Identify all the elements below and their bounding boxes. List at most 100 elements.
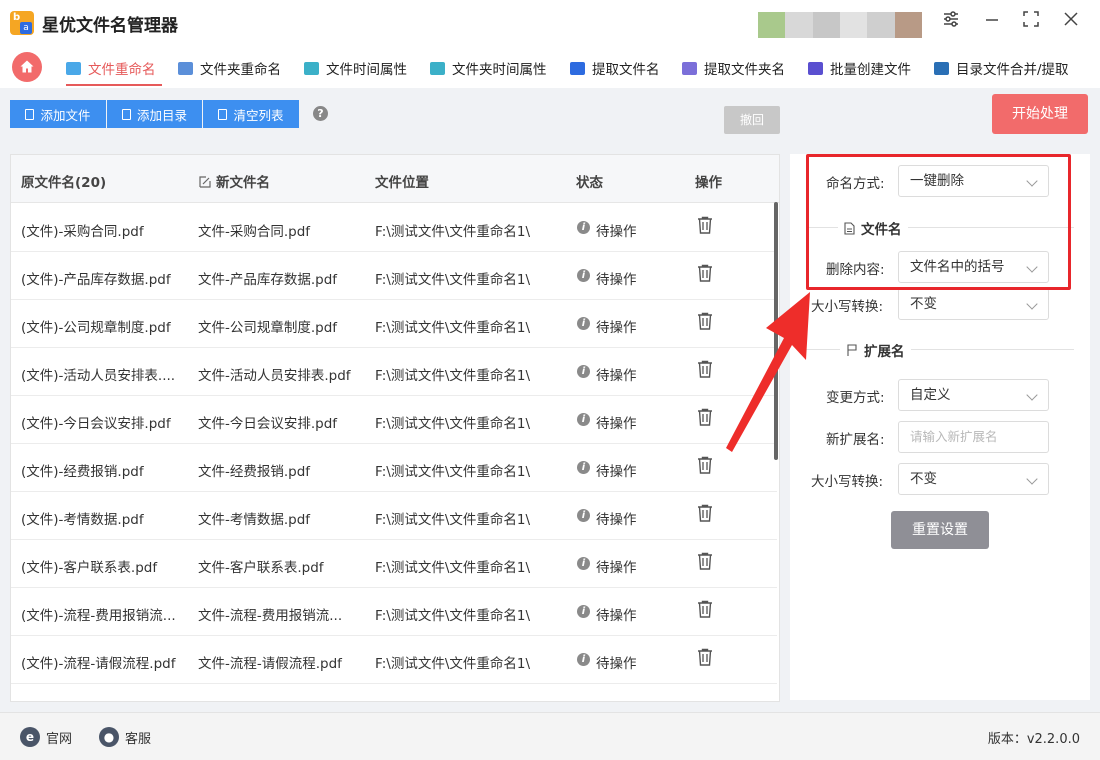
batch-create-icon bbox=[808, 61, 823, 75]
tab-batch-create[interactable]: 批量创建文件 bbox=[808, 56, 911, 80]
new-name-cell: 文件-考情数据.pdf bbox=[198, 512, 311, 528]
table-row-partial[interactable] bbox=[11, 684, 777, 701]
case-conversion-select[interactable]: 不变 bbox=[898, 288, 1049, 320]
new-name-cell: 文件-流程-请假流程.pdf bbox=[198, 656, 342, 672]
info-icon: i bbox=[577, 653, 590, 666]
original-name-cell: (文件)-流程-费用报销流... bbox=[21, 608, 176, 624]
website-link[interactable]: e 官网 bbox=[20, 727, 72, 747]
extract-filename-icon bbox=[570, 61, 585, 75]
document-icon bbox=[844, 221, 855, 235]
chevron-down-icon bbox=[1026, 389, 1038, 401]
info-icon: i bbox=[577, 413, 590, 426]
tab-file-time[interactable]: 文件时间属性 bbox=[304, 56, 407, 80]
tab-extract-foldername[interactable]: 提取文件夹名 bbox=[682, 56, 785, 80]
col-original-name[interactable]: 原文件名(20) bbox=[21, 171, 106, 191]
new-name-cell: 文件-经费报销.pdf bbox=[198, 464, 311, 480]
app-title: 星优文件名管理器 bbox=[42, 15, 178, 36]
app-logo-icon: b a bbox=[10, 11, 34, 35]
delete-row-icon[interactable] bbox=[697, 408, 713, 426]
col-action[interactable]: 操作 bbox=[695, 171, 722, 191]
new-name-cell: 文件-公司规章制度.pdf bbox=[198, 320, 338, 336]
original-name-cell: (文件)-经费报销.pdf bbox=[21, 464, 144, 480]
table-row[interactable]: (文件)-客户联系表.pdf 文件-客户联系表.pdf F:\测试文件\文件重命名1… bbox=[11, 540, 777, 588]
table-row[interactable]: (文件)-今日会议安排.pdf 文件-今日会议安排.pdf F:\测试文件\文件重命… bbox=[11, 396, 777, 444]
col-location[interactable]: 文件位置 bbox=[375, 171, 429, 191]
undo-button[interactable]: 撤回 bbox=[724, 106, 780, 134]
table-row[interactable]: (文件)-流程-请假流程.pdf 文件-流程-请假流程.pdf F:\测试文件\文件… bbox=[11, 636, 777, 684]
table-row[interactable]: (文件)-公司规章制度.pdf 文件-公司规章制度.pdf F:\测试文件\文件重命… bbox=[11, 300, 777, 348]
location-cell: F:\测试文件\文件重命名1\ bbox=[375, 512, 530, 528]
filename-section-title: 文件名 bbox=[838, 218, 908, 238]
status-cell: 待操作 bbox=[596, 368, 637, 384]
status-cell: 待操作 bbox=[596, 512, 637, 528]
delete-row-icon[interactable] bbox=[697, 552, 713, 570]
close-icon[interactable] bbox=[1058, 10, 1084, 36]
add-directory-button[interactable]: 添加目录 bbox=[107, 100, 202, 128]
tab-folder-time[interactable]: 文件夹时间属性 bbox=[430, 56, 547, 80]
home-button[interactable] bbox=[12, 52, 42, 82]
chevron-down-icon bbox=[1026, 175, 1038, 187]
change-mode-select[interactable]: 自定义 bbox=[898, 379, 1049, 411]
flag-icon bbox=[847, 343, 857, 356]
info-icon: i bbox=[577, 509, 590, 522]
chevron-down-icon bbox=[1026, 261, 1038, 273]
active-tab-indicator bbox=[66, 84, 162, 86]
title-bar: b a 星优文件名管理器 bbox=[0, 0, 1100, 46]
location-cell: F:\测试文件\文件重命名1\ bbox=[375, 320, 530, 336]
start-processing-button[interactable]: 开始处理 bbox=[992, 94, 1088, 134]
ext-case-conversion-select[interactable]: 不变 bbox=[898, 463, 1049, 495]
naming-mode-select[interactable]: 一键删除 bbox=[898, 165, 1049, 197]
table-row[interactable]: (文件)-采购合同.pdf 文件-采购合同.pdf F:\测试文件\文件重命名1\ i… bbox=[11, 204, 777, 252]
support-link[interactable]: ● 客服 bbox=[99, 727, 151, 747]
location-cell: F:\测试文件\文件重命名1\ bbox=[375, 272, 530, 288]
table-row[interactable]: (文件)-产品库存数据.pdf 文件-产品库存数据.pdf F:\测试文件\文件重命… bbox=[11, 252, 777, 300]
delete-row-icon[interactable] bbox=[697, 648, 713, 666]
delete-row-icon[interactable] bbox=[697, 312, 713, 330]
home-icon bbox=[20, 60, 34, 73]
table-row[interactable]: (文件)-经费报销.pdf 文件-经费报销.pdf F:\测试文件\文件重命名1\ i… bbox=[11, 444, 777, 492]
tab-merge-extract[interactable]: 目录文件合并/提取 bbox=[934, 56, 1069, 80]
edit-icon bbox=[199, 176, 211, 188]
table-row[interactable]: (文件)-活动人员安排表.... 文件-活动人员安排表.pdf F:\测试文件\文件… bbox=[11, 348, 777, 396]
delete-row-icon[interactable] bbox=[697, 600, 713, 618]
clear-list-button[interactable]: 清空列表 bbox=[203, 100, 299, 128]
delete-content-select[interactable]: 文件名中的括号 bbox=[898, 251, 1049, 283]
tab-folder-rename[interactable]: 文件夹重命名 bbox=[178, 56, 281, 80]
minimize-icon[interactable] bbox=[979, 10, 1005, 36]
delete-row-icon[interactable] bbox=[697, 264, 713, 282]
original-name-cell: (文件)-采购合同.pdf bbox=[21, 224, 144, 240]
new-extension-input[interactable] bbox=[898, 421, 1049, 453]
new-name-cell: 文件-流程-费用报销流... bbox=[198, 608, 343, 624]
settings-icon[interactable] bbox=[938, 10, 964, 36]
table-header: 原文件名(20) 新文件名 文件位置 状态 操作 bbox=[11, 155, 779, 203]
file-table: 原文件名(20) 新文件名 文件位置 状态 操作 (文件)-采购合同.pdf 文件… bbox=[10, 154, 780, 702]
status-cell: 待操作 bbox=[596, 320, 637, 336]
help-icon[interactable]: ? bbox=[313, 106, 328, 121]
delete-row-icon[interactable] bbox=[697, 504, 713, 522]
table-row[interactable]: (文件)-考情数据.pdf 文件-考情数据.pdf F:\测试文件\文件重命名1\ i… bbox=[11, 492, 777, 540]
original-name-cell: (文件)-产品库存数据.pdf bbox=[21, 272, 171, 288]
col-new-name[interactable]: 新文件名 bbox=[199, 171, 270, 191]
location-cell: F:\测试文件\文件重命名1\ bbox=[375, 656, 530, 672]
location-cell: F:\测试文件\文件重命名1\ bbox=[375, 464, 530, 480]
merge-extract-icon bbox=[934, 61, 949, 75]
delete-row-icon[interactable] bbox=[697, 360, 713, 378]
extension-section-title: 扩展名 bbox=[840, 340, 911, 360]
location-cell: F:\测试文件\文件重命名1\ bbox=[375, 368, 530, 384]
col-status[interactable]: 状态 bbox=[576, 171, 603, 191]
reset-settings-button[interactable]: 重置设置 bbox=[891, 511, 989, 549]
extract-foldername-icon bbox=[682, 61, 697, 75]
table-row[interactable]: (文件)-流程-费用报销流... 文件-流程-费用报销流... F:\测试文件\文件… bbox=[11, 588, 777, 636]
case-conversion-label: 大小写转换: bbox=[811, 299, 884, 315]
tab-extract-filename[interactable]: 提取文件名 bbox=[570, 56, 660, 80]
info-icon: i bbox=[577, 221, 590, 234]
delete-row-icon[interactable] bbox=[697, 216, 713, 234]
delete-row-icon[interactable] bbox=[697, 456, 713, 474]
location-cell: F:\测试文件\文件重命名1\ bbox=[375, 608, 530, 624]
delete-content-label: 删除内容: bbox=[826, 262, 885, 278]
status-cell: 待操作 bbox=[596, 224, 637, 240]
maximize-icon[interactable] bbox=[1018, 10, 1044, 36]
add-file-button[interactable]: 添加文件 bbox=[10, 100, 106, 128]
folder-icon bbox=[121, 108, 131, 120]
tab-file-rename[interactable]: 文件重命名 bbox=[66, 56, 156, 80]
